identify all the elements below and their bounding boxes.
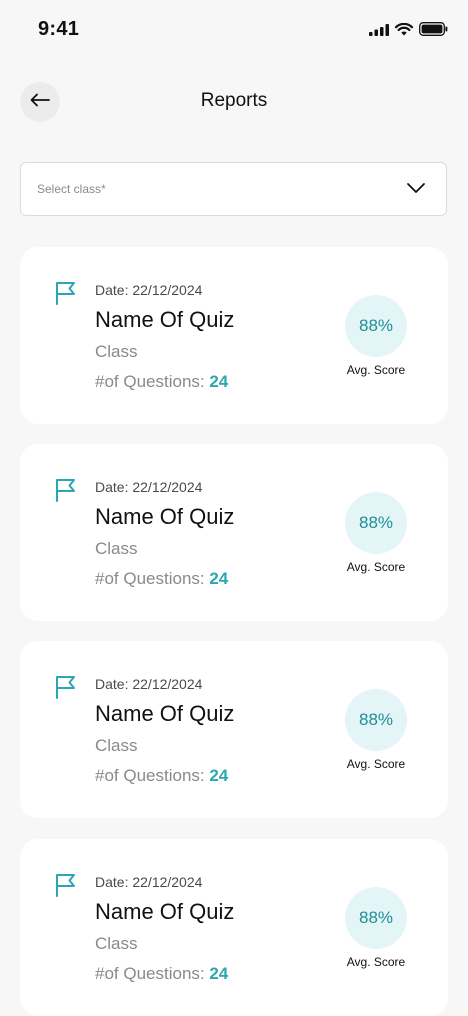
status-bar: 9:41 bbox=[0, 0, 468, 60]
question-count-value: 24 bbox=[209, 569, 229, 588]
report-card[interactable]: Date: 22/12/2024 Name Of Quiz Class #of … bbox=[20, 839, 448, 1016]
report-date: Date: 22/12/2024 bbox=[95, 282, 203, 298]
flag-icon bbox=[55, 873, 77, 902]
avg-score-badge: 88% bbox=[345, 492, 407, 554]
page-title: Reports bbox=[200, 90, 268, 111]
flag-icon bbox=[55, 281, 77, 310]
report-card[interactable]: Date: 22/12/2024 Name Of Quiz Class #of … bbox=[20, 641, 448, 818]
question-count: #of Questions: 24 bbox=[95, 372, 228, 392]
report-date: Date: 22/12/2024 bbox=[95, 479, 203, 495]
report-class: Class bbox=[95, 342, 138, 361]
avg-score-badge: 88% bbox=[345, 689, 407, 751]
report-class: Class bbox=[95, 934, 138, 953]
signal-icon bbox=[369, 23, 389, 41]
question-count-label: #of Questions: bbox=[95, 766, 210, 785]
class-select[interactable]: Select class* bbox=[20, 162, 447, 216]
question-count-label: #of Questions: bbox=[95, 569, 210, 588]
flag-icon bbox=[55, 478, 77, 507]
avg-score-badge: 88% bbox=[345, 295, 407, 357]
report-class: Class bbox=[95, 736, 138, 755]
flag-icon bbox=[55, 675, 77, 704]
question-count: #of Questions: 24 bbox=[95, 569, 228, 589]
report-date: Date: 22/12/2024 bbox=[95, 874, 203, 890]
question-count-value: 24 bbox=[209, 766, 229, 785]
header: Reports bbox=[0, 80, 468, 124]
question-count-value: 24 bbox=[209, 372, 229, 391]
quiz-name: Name Of Quiz bbox=[95, 504, 235, 529]
quiz-name: Name Of Quiz bbox=[95, 307, 235, 332]
question-count-value: 24 bbox=[209, 964, 229, 983]
chevron-down-icon bbox=[406, 181, 426, 199]
avg-score-label: Avg. Score bbox=[346, 955, 406, 969]
question-count-label: #of Questions: bbox=[95, 964, 210, 983]
quiz-name: Name Of Quiz bbox=[95, 701, 235, 726]
status-icons bbox=[369, 22, 448, 41]
report-card[interactable]: Date: 22/12/2024 Name Of Quiz Class #of … bbox=[20, 247, 448, 424]
report-card[interactable]: Date: 22/12/2024 Name Of Quiz Class #of … bbox=[20, 444, 448, 621]
question-count: #of Questions: 24 bbox=[95, 766, 228, 786]
battery-icon bbox=[419, 22, 448, 41]
wifi-icon bbox=[394, 22, 414, 41]
status-time: 9:41 bbox=[38, 18, 80, 40]
question-count-label: #of Questions: bbox=[95, 372, 210, 391]
report-class: Class bbox=[95, 539, 138, 558]
avg-score-label: Avg. Score bbox=[346, 363, 406, 377]
quiz-name: Name Of Quiz bbox=[95, 899, 235, 924]
avg-score-badge: 88% bbox=[345, 887, 407, 949]
class-select-placeholder: Select class* bbox=[37, 182, 106, 196]
report-date: Date: 22/12/2024 bbox=[95, 676, 203, 692]
avg-score-label: Avg. Score bbox=[346, 757, 406, 771]
question-count: #of Questions: 24 bbox=[95, 964, 228, 984]
avg-score-label: Avg. Score bbox=[346, 560, 406, 574]
